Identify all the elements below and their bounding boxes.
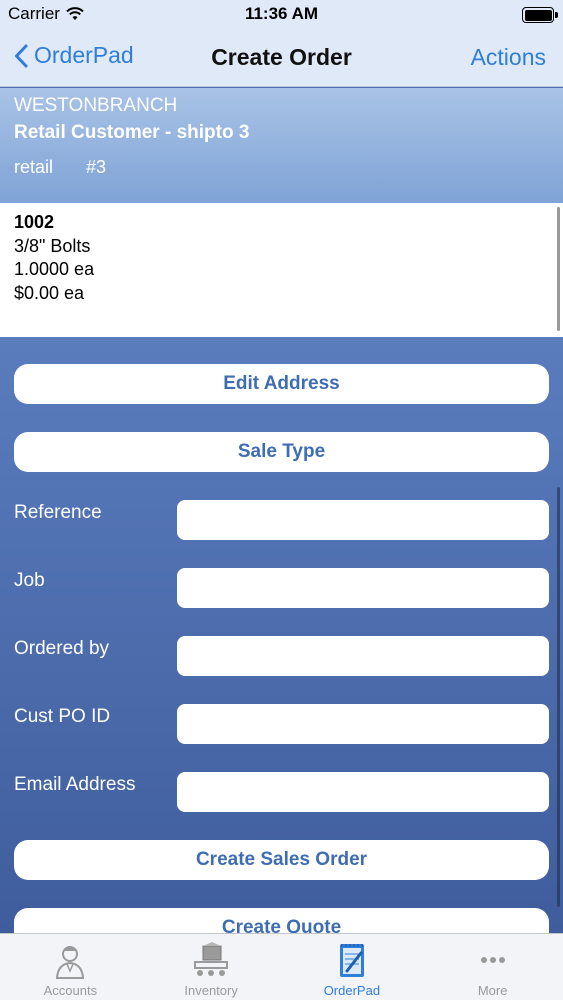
status-bar: Carrier 11:36 AM <box>0 0 563 30</box>
cust-po-id-label: Cust PO ID <box>14 706 111 727</box>
tab-more[interactable]: More <box>422 934 563 1000</box>
item-code: 1002 <box>14 212 55 232</box>
create-quote-button[interactable]: Create Quote <box>14 908 549 933</box>
customer-name: Retail Customer - shipto 3 <box>14 122 250 143</box>
status-time: 11:36 AM <box>244 4 319 23</box>
form-scrollbar[interactable] <box>557 487 560 907</box>
reference-input[interactable] <box>177 500 549 540</box>
navigation-bar: OrderPad Create Order Actions <box>0 30 563 87</box>
tab-accounts-label: Accounts <box>43 983 98 998</box>
sale-type-button[interactable]: Sale Type <box>14 432 549 472</box>
ordered-by-input[interactable] <box>177 636 549 676</box>
back-button[interactable]: OrderPad <box>14 42 134 69</box>
more-icon <box>480 957 505 963</box>
back-button-label: OrderPad <box>34 42 134 68</box>
accounts-icon <box>56 946 85 979</box>
job-input[interactable] <box>177 568 549 608</box>
customer-type: retail <box>14 157 54 177</box>
inventory-icon <box>194 942 229 976</box>
list-item[interactable]: 1002 3/8" Bolts 1.0000 ea $0.00 ea <box>14 211 549 305</box>
tab-inventory[interactable]: Inventory <box>141 934 282 1000</box>
orderpad-icon <box>339 944 364 977</box>
battery-icon <box>522 7 558 23</box>
account-header: WESTONBRANCH Retail Customer - shipto 3 … <box>0 88 563 203</box>
item-description: 3/8" Bolts <box>14 235 91 256</box>
actions-button[interactable]: Actions <box>471 44 546 71</box>
order-form: Edit Address Sale Type Reference Job Ord… <box>0 337 563 933</box>
item-list-scrollbar[interactable] <box>557 207 560 331</box>
job-label: Job <box>14 570 45 591</box>
reference-label: Reference <box>14 502 102 523</box>
edit-address-button[interactable]: Edit Address <box>14 364 549 404</box>
tab-orderpad-label: OrderPad <box>323 983 381 998</box>
tab-more-label: More <box>477 983 508 998</box>
ordered-by-label: Ordered by <box>14 638 110 659</box>
item-price: $0.00 ea <box>14 282 85 303</box>
branch-name: WESTONBRANCH <box>14 95 178 116</box>
email-address-label: Email Address <box>14 774 136 795</box>
item-quantity: 1.0000 ea <box>14 259 95 279</box>
shipto-number: #3 <box>86 157 107 177</box>
tab-accounts[interactable]: Accounts <box>0 934 141 1000</box>
tab-orderpad[interactable]: OrderPad <box>282 934 423 1000</box>
chevron-left-icon <box>15 44 28 67</box>
email-address-input[interactable] <box>177 772 549 812</box>
cust-po-id-input[interactable] <box>177 704 549 744</box>
tab-inventory-label: Inventory <box>184 983 238 998</box>
order-item-list[interactable]: 1002 3/8" Bolts 1.0000 ea $0.00 ea <box>0 203 563 337</box>
create-sales-order-button[interactable]: Create Sales Order <box>14 840 549 880</box>
tab-bar: Accounts Inventory OrderPad More <box>0 933 563 1000</box>
